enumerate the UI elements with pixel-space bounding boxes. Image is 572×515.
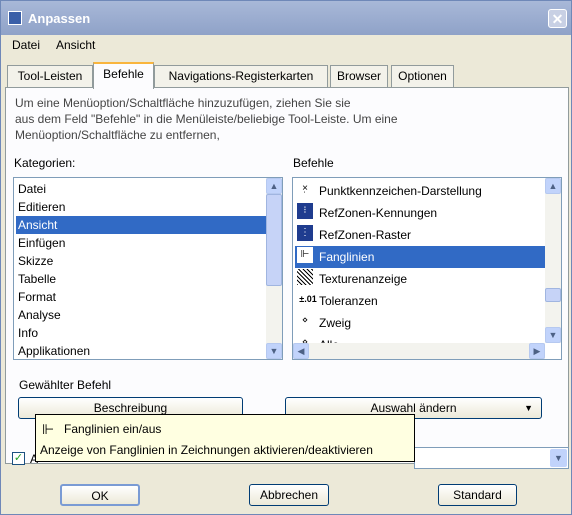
scroll-right-button[interactable]: ▶	[529, 343, 545, 359]
texture-icon	[297, 269, 313, 285]
option-combo[interactable]: ▼	[414, 447, 569, 469]
ref-zone-labels-icon: ⁝	[297, 203, 313, 219]
snap-lines-icon: ⊩	[297, 247, 313, 263]
tolerance-icon: ±.01	[299, 294, 317, 304]
tab-optionen[interactable]: Optionen	[391, 65, 454, 87]
window-icon	[8, 11, 22, 25]
list-item[interactable]: Analyse	[16, 306, 266, 324]
command-item[interactable]: ±.01 Toleranzen	[295, 290, 545, 312]
tab-navigations-registerkarten[interactable]: Navigations-Registerkarten	[154, 65, 328, 87]
command-item[interactable]: Texturenanzeige	[295, 268, 545, 290]
option-checkbox[interactable]: ✓	[12, 452, 25, 465]
ok-button[interactable]: OK	[60, 484, 140, 506]
instructions-line: Menüoption/Schaltfläche zu entfernen,	[15, 128, 220, 142]
command-label: RefZonen-Raster	[319, 228, 412, 242]
customize-dialog: Anpassen ✕ Datei Ansicht Tool-Leisten Be…	[0, 0, 572, 515]
ref-zone-grid-icon: ⋮	[297, 225, 313, 241]
scroll-down-button[interactable]: ▼	[266, 343, 282, 359]
command-item[interactable]: ⁝ RefZonen-Kennungen	[295, 202, 545, 224]
menu-datei[interactable]: Datei	[12, 38, 40, 52]
dropdown-arrow-icon: ▼	[524, 403, 533, 413]
chevron-up-icon: ▲	[269, 181, 279, 191]
categories-scrollbar[interactable]: ▲ ▼	[266, 178, 282, 359]
cancel-button[interactable]: Abbrechen	[249, 484, 329, 506]
command-label: RefZonen-Kennungen	[319, 206, 438, 220]
command-item[interactable]: ×̣ Punktkennzeichen-Darstellung	[295, 180, 545, 202]
list-item[interactable]: Applikationen	[16, 342, 266, 359]
tooltip-title: Fanglinien ein/aus	[64, 422, 162, 436]
default-button[interactable]: Standard	[438, 484, 517, 506]
instructions-line: aus dem Feld "Befehle" in die Menüleiste…	[15, 112, 398, 126]
title-bar[interactable]: Anpassen ✕	[1, 1, 571, 35]
tooltip-description: Anzeige von Fanglinien in Zeichnungen ak…	[40, 443, 373, 457]
branch-icon: ⋄	[301, 315, 309, 326]
chevron-down-icon: ▼	[554, 453, 563, 463]
snap-lines-icon: ⊩	[42, 421, 55, 437]
command-label: Toleranzen	[319, 294, 378, 308]
command-item-selected[interactable]: ⊩ Fanglinien	[295, 246, 545, 268]
change-selection-label: Auswahl ändern	[370, 401, 457, 415]
tooltip: ⊩ Fanglinien ein/aus Anzeige von Fanglin…	[35, 414, 415, 462]
combo-dropdown-button[interactable]: ▼	[550, 449, 567, 467]
scroll-up-button[interactable]: ▲	[266, 178, 282, 194]
instructions-line: Um eine Menüoption/Schaltfläche hinzuzuf…	[15, 96, 351, 110]
chevron-right-icon: ▶	[533, 346, 541, 356]
point-marker-icon: ×̣	[302, 183, 308, 194]
commands-label: Befehle	[293, 156, 334, 170]
list-item[interactable]: Datei	[16, 180, 266, 198]
command-item[interactable]: ⋄ Zweig	[295, 312, 545, 334]
menu-ansicht[interactable]: Ansicht	[56, 38, 95, 52]
categories-label: Kategorien:	[14, 156, 76, 170]
categories-list[interactable]: Datei Editieren Ansicht Einfügen Skizze …	[13, 177, 283, 360]
list-item[interactable]: Tabelle	[16, 270, 266, 288]
chevron-up-icon: ▲	[548, 181, 558, 191]
tab-tool-leisten[interactable]: Tool-Leisten	[7, 65, 93, 87]
list-item[interactable]: Format	[16, 288, 266, 306]
chevron-left-icon: ◀	[297, 346, 305, 356]
commands-list[interactable]: ×̣ Punktkennzeichen-Darstellung ⁝ RefZon…	[292, 177, 562, 360]
tab-befehle[interactable]: Befehle	[93, 62, 154, 89]
command-label: Zweig	[319, 316, 352, 330]
tab-browser[interactable]: Browser	[330, 65, 388, 87]
commands-vscrollbar[interactable]: ▲ ▼	[545, 178, 561, 343]
chevron-down-icon: ▼	[269, 346, 279, 356]
window-title: Anpassen	[28, 11, 91, 26]
commands-hscrollbar[interactable]: ◀ ▶	[293, 343, 545, 359]
scroll-left-button[interactable]: ◀	[293, 343, 309, 359]
list-item-selected[interactable]: Ansicht	[16, 216, 266, 234]
command-label: Punktkennzeichen-Darstellung	[319, 184, 482, 198]
scroll-up-button[interactable]: ▲	[545, 178, 561, 194]
scroll-down-button[interactable]: ▼	[545, 327, 561, 343]
close-button[interactable]: ✕	[548, 9, 567, 28]
list-item[interactable]: Einfügen	[16, 234, 266, 252]
menu-bar: Datei Ansicht	[1, 35, 571, 57]
scroll-thumb[interactable]	[266, 194, 282, 286]
scroll-thumb[interactable]	[545, 288, 561, 302]
list-item[interactable]: Skizze	[16, 252, 266, 270]
instructions-text: Um eine Menüoption/Schaltfläche hinzuzuf…	[15, 95, 563, 143]
command-item[interactable]: ⋮ RefZonen-Raster	[295, 224, 545, 246]
check-icon: ✓	[13, 452, 24, 464]
close-icon: ✕	[551, 11, 564, 27]
list-item[interactable]: Editieren	[16, 198, 266, 216]
list-item[interactable]: Info	[16, 324, 266, 342]
command-label: Texturenanzeige	[319, 272, 408, 286]
command-label: Fanglinien	[319, 250, 375, 264]
chevron-down-icon: ▼	[548, 330, 558, 340]
selected-command-label: Gewählter Befehl	[19, 378, 112, 392]
tab-bar: Tool-Leisten Befehle Navigations-Registe…	[1, 62, 571, 89]
